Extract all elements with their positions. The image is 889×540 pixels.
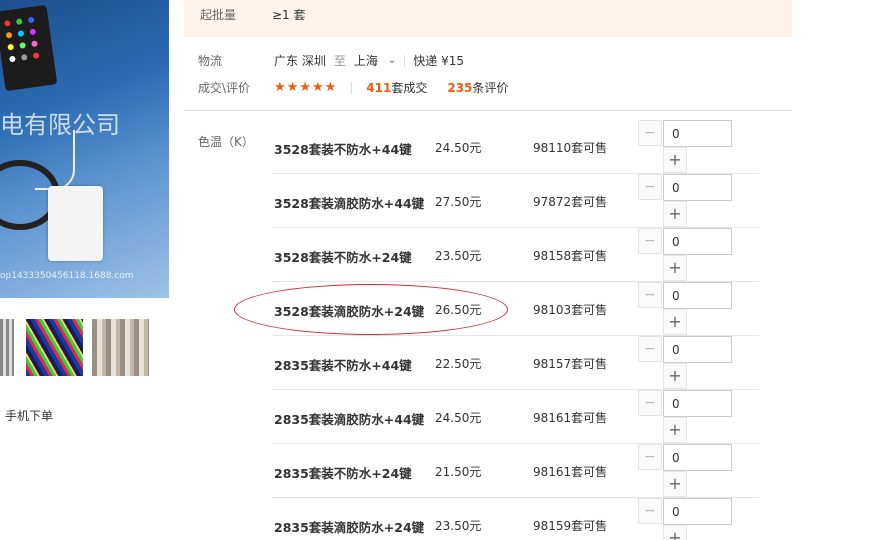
logistics-destination[interactable]: 上海 <box>354 52 378 69</box>
sku-row: 2835套装不防水+44键 22.50元 98157套可售 − + <box>272 336 759 390</box>
sku-name: 2835套装不防水+44键 <box>274 358 412 373</box>
color-temp-label: 色温（K） <box>198 135 254 149</box>
decrease-button[interactable]: − <box>638 390 662 416</box>
sku-row: 2835套装不防水+24键 21.50元 98161套可售 − + <box>272 444 759 498</box>
shipping-fee: 快递 ¥15 <box>413 54 464 68</box>
orders-suffix: 套成交 <box>391 81 428 95</box>
increase-button[interactable]: + <box>663 255 687 281</box>
sku-name: 3528套装不防水+44键 <box>274 142 412 157</box>
product-main-image[interactable]: 电有限公司 op1433350456118.1688.com <box>0 0 169 298</box>
sku-stock: 97872套可售 <box>533 195 608 209</box>
logistics-to-word: 至 <box>333 54 346 68</box>
sku-row: 3528套装不防水+44键 24.50元 98110套可售 − + <box>272 120 759 174</box>
min-batch-value: ≥1 套 <box>272 8 306 22</box>
sku-name: 3528套装滴胶防水+24键 <box>274 304 425 319</box>
sku-price: 21.50元 <box>435 465 482 479</box>
chevron-down-icon[interactable]: ⌄ <box>388 55 396 66</box>
power-adapter <box>48 186 103 261</box>
quantity-input[interactable] <box>663 336 732 363</box>
quantity-input[interactable] <box>663 390 732 417</box>
sku-stock: 98159套可售 <box>533 519 608 533</box>
min-batch-row: 起批量 ≥1 套 <box>184 0 792 37</box>
quantity-input[interactable] <box>663 174 732 201</box>
quantity-input[interactable] <box>663 498 732 525</box>
increase-button[interactable]: + <box>663 201 687 227</box>
quantity-input[interactable] <box>663 282 732 309</box>
increase-button[interactable]: + <box>663 147 687 173</box>
logistics-from: 广东 深圳 <box>274 54 326 68</box>
mobile-order-link[interactable]: 手机下单 <box>5 407 53 424</box>
sku-price: 26.50元 <box>435 303 482 317</box>
logistics-label: 物流 <box>198 54 223 68</box>
sku-row: 2835套装滴胶防水+44键 24.50元 98161套可售 − + <box>272 390 759 444</box>
sku-row: 3528套装滴胶防水+24键 26.50元 98103套可售 − + <box>272 282 759 336</box>
quantity-input[interactable] <box>663 444 732 471</box>
decrease-button[interactable]: − <box>638 498 662 524</box>
sku-stock: 98110套可售 <box>533 141 608 155</box>
decrease-button[interactable]: − <box>638 228 662 254</box>
min-batch-label: 起批量 <box>200 8 237 22</box>
quantity-input[interactable] <box>663 228 732 255</box>
sku-stock: 98103套可售 <box>533 303 608 317</box>
orders-count[interactable]: 411 <box>366 81 391 95</box>
sku-row: 3528套装不防水+24键 23.50元 98158套可售 − + <box>272 228 759 282</box>
sku-name: 2835套装滴胶防水+44键 <box>274 412 425 427</box>
sku-price: 23.50元 <box>435 249 482 263</box>
decrease-button[interactable]: − <box>638 336 662 362</box>
sku-row: 3528套装滴胶防水+44键 27.50元 97872套可售 − + <box>272 174 759 228</box>
sku-stock: 98157套可售 <box>533 357 608 371</box>
reviews-label: 成交\评价 <box>198 81 251 95</box>
decrease-button[interactable]: − <box>638 282 662 308</box>
thumbnail-3[interactable] <box>92 319 149 376</box>
thumbnail-1[interactable] <box>0 319 14 376</box>
sku-price: 22.50元 <box>435 357 482 371</box>
sku-name: 3528套装不防水+24键 <box>274 250 412 265</box>
sku-table: 3528套装不防水+44键 24.50元 98110套可售 − + 3528套装… <box>272 120 759 540</box>
sku-stock: 98158套可售 <box>533 249 608 263</box>
increase-button[interactable]: + <box>663 309 687 335</box>
sku-price: 24.50元 <box>435 141 482 155</box>
image-watermark: 电有限公司 <box>0 111 120 139</box>
rating-stars: ★★★★★ <box>274 80 338 95</box>
decrease-button[interactable]: − <box>638 444 662 470</box>
decrease-button[interactable]: − <box>638 120 662 146</box>
image-url-watermark: op1433350456118.1688.com <box>0 271 134 281</box>
sku-stock: 98161套可售 <box>533 465 608 479</box>
reviews-suffix: 条评价 <box>472 81 509 95</box>
sku-name: 2835套装滴胶防水+24键 <box>274 520 425 535</box>
sku-price: 27.50元 <box>435 195 482 209</box>
increase-button[interactable]: + <box>663 417 687 443</box>
logistics-info: 广东 深圳 至 上海 ⌄ 快递 ¥15 <box>274 52 464 69</box>
sku-row: 2835套装滴胶防水+24键 23.50元 98159套可售 − + <box>272 498 759 540</box>
sku-price: 24.50元 <box>435 411 482 425</box>
increase-button[interactable]: + <box>663 363 687 389</box>
quantity-input[interactable] <box>663 120 732 147</box>
thumbnail-2[interactable] <box>26 319 83 376</box>
increase-button[interactable]: + <box>663 471 687 497</box>
decrease-button[interactable]: − <box>638 174 662 200</box>
remote-control-image <box>0 4 58 92</box>
sku-price: 23.50元 <box>435 519 482 533</box>
sku-name: 3528套装滴胶防水+44键 <box>274 196 425 211</box>
divider <box>184 110 792 111</box>
increase-button[interactable]: + <box>663 525 687 540</box>
reviews-count[interactable]: 235 <box>447 81 472 95</box>
sku-name: 2835套装不防水+24键 <box>274 466 412 481</box>
reviews-info: ★★★★★ 411 套成交 235 条评价 <box>274 79 508 96</box>
sku-stock: 98161套可售 <box>533 411 608 425</box>
